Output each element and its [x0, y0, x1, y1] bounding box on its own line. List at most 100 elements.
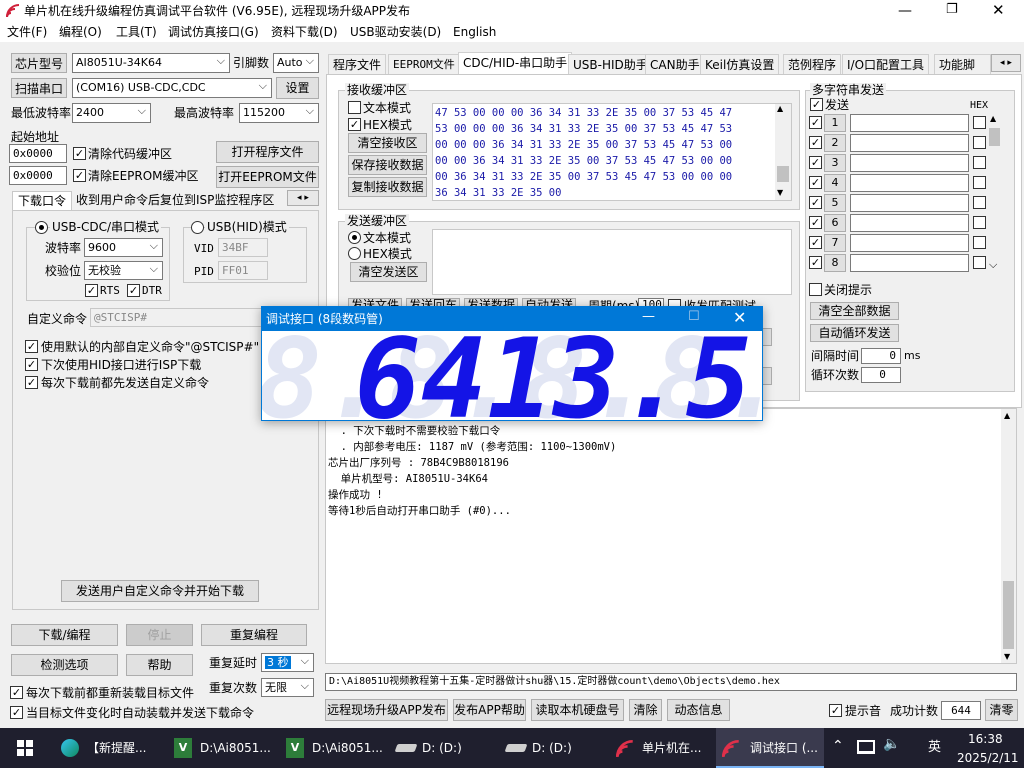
- menu-debug[interactable]: 调试仿真接口(G): [168, 22, 259, 42]
- row-send-button[interactable]: 3: [824, 154, 846, 172]
- usb-cdc-radio[interactable]: [35, 221, 48, 234]
- dialog-title-bar[interactable]: 调试接口 (8段数码管) — ☐ ✕: [262, 307, 762, 331]
- clear-receive-button[interactable]: 清空接收区: [348, 133, 427, 153]
- default-command-checkbox[interactable]: ✓: [25, 340, 38, 353]
- auto-reload-checkbox[interactable]: ✓: [10, 706, 23, 719]
- repeat-times-select[interactable]: 无限: [261, 678, 314, 697]
- sound-checkbox[interactable]: ✓: [829, 704, 842, 717]
- taskbar-item-edge[interactable]: 【新提醒...: [55, 728, 162, 768]
- interval-input[interactable]: 0: [861, 348, 901, 364]
- row-send-checkbox[interactable]: ✓: [809, 236, 822, 249]
- scroll-up-icon[interactable]: ▲: [990, 114, 996, 123]
- row-hex-checkbox[interactable]: [973, 156, 986, 169]
- remote-upgrade-button[interactable]: 远程现场升级APP发布: [325, 699, 448, 721]
- menu-english[interactable]: English: [453, 22, 496, 42]
- row-hex-checkbox[interactable]: [973, 176, 986, 189]
- reset-count-button[interactable]: 清零: [985, 699, 1018, 721]
- clear-send-button[interactable]: 清空发送区: [350, 262, 427, 282]
- menu-usb-driver[interactable]: USB驱动安装(D): [350, 22, 441, 42]
- hid-next-checkbox[interactable]: ✓: [25, 358, 38, 371]
- send-custom-command-button[interactable]: 发送用户自定义命令并开始下载: [61, 580, 259, 602]
- row-string-input[interactable]: [850, 254, 969, 272]
- loop-count-input[interactable]: 0: [861, 367, 901, 383]
- log-area[interactable]: . 下次下载时不需要校验下载口令 . 内部参考电压: 1187 mV (参考范围…: [325, 408, 1017, 664]
- row-send-checkbox[interactable]: ✓: [809, 156, 822, 169]
- clear-log-button[interactable]: 清除: [629, 699, 662, 721]
- dialog-close-icon[interactable]: ✕: [733, 308, 746, 327]
- open-eeprom-button[interactable]: 打开EEPROM文件: [216, 166, 319, 188]
- clock-time[interactable]: 16:38: [968, 731, 1003, 747]
- scroll-thumb[interactable]: [777, 166, 789, 182]
- chevron-down-icon[interactable]: ⌵: [989, 258, 997, 272]
- row-hex-checkbox[interactable]: [973, 116, 986, 129]
- recv-text-mode-checkbox[interactable]: [348, 101, 361, 114]
- repeat-program-button[interactable]: 重复编程: [201, 624, 307, 646]
- taskbar-item-keil-2[interactable]: V D:\Ai8051...: [280, 728, 387, 768]
- row-send-checkbox[interactable]: ✓: [809, 256, 822, 269]
- file-path-field[interactable]: D:\Ai8051U视频教程第十五集-定时器做计shu器\15.定时器做coun…: [325, 673, 1017, 691]
- tab-keil-sim[interactable]: Keil仿真设置: [700, 54, 780, 74]
- scroll-down-icon[interactable]: ▼: [777, 188, 783, 197]
- send-before-download-checkbox[interactable]: ✓: [25, 376, 38, 389]
- dynamic-info-button[interactable]: 动态信息: [667, 699, 730, 721]
- eeprom-start-address[interactable]: 0x0000: [9, 166, 67, 185]
- port-select[interactable]: (COM16) USB-CDC,CDC: [72, 78, 272, 98]
- parity-select[interactable]: 无校验: [84, 261, 163, 280]
- clear-code-checkbox[interactable]: ✓: [73, 147, 86, 160]
- tab-usb-hid[interactable]: USB-HID助手: [568, 54, 653, 74]
- row-send-button[interactable]: 2: [824, 134, 846, 152]
- baud-select[interactable]: 9600: [84, 238, 163, 257]
- dialog-maximize-icon[interactable]: ☐: [688, 309, 700, 324]
- dtr-checkbox[interactable]: ✓: [127, 284, 140, 297]
- menu-download[interactable]: 资料下载(D): [271, 22, 338, 42]
- scroll-up-icon[interactable]: ▲: [777, 104, 783, 113]
- copy-receive-button[interactable]: 复制接收数据: [348, 177, 427, 197]
- pid-input[interactable]: FF01: [218, 261, 268, 280]
- recv-hex-mode-checkbox[interactable]: ✓: [348, 118, 361, 131]
- receive-scrollbar[interactable]: ▲ ▼: [775, 104, 791, 200]
- scroll-up-icon[interactable]: ▲: [1004, 411, 1010, 420]
- pins-select[interactable]: Auto: [273, 53, 319, 73]
- code-start-address[interactable]: 0x0000: [9, 144, 67, 163]
- row-string-input[interactable]: [850, 214, 969, 232]
- row-send-button[interactable]: 7: [824, 234, 846, 252]
- taskbar-item-drive-1[interactable]: D: (D:): [392, 728, 499, 768]
- restore-icon[interactable]: ❐: [946, 2, 966, 17]
- send-hex-mode-radio[interactable]: [348, 247, 361, 260]
- tab-examples[interactable]: 范例程序: [783, 54, 842, 74]
- row-send-button[interactable]: 1: [824, 114, 846, 132]
- row-send-checkbox[interactable]: ✓: [809, 216, 822, 229]
- min-baud-select[interactable]: 2400: [72, 103, 151, 123]
- help-button[interactable]: 帮助: [126, 654, 193, 676]
- tab-program-file[interactable]: 程序文件: [328, 54, 387, 74]
- row-string-input[interactable]: [850, 174, 969, 192]
- download-program-button[interactable]: 下载/编程: [11, 624, 118, 646]
- windows-start-icon[interactable]: [17, 740, 33, 756]
- taskbar-item-debug[interactable]: 调试接口 (...: [716, 728, 824, 768]
- close-icon[interactable]: ✕: [992, 1, 1012, 19]
- scan-port-button[interactable]: 扫描串口: [11, 78, 67, 98]
- tab-cdc-hid-serial[interactable]: CDC/HID-串口助手: [458, 52, 573, 74]
- row-string-input[interactable]: [850, 194, 969, 212]
- open-program-button[interactable]: 打开程序文件: [216, 141, 319, 163]
- send-text-area[interactable]: [432, 229, 792, 295]
- tab-scroll-arrows[interactable]: ◂ ▸: [991, 54, 1021, 72]
- row-hex-checkbox[interactable]: [973, 216, 986, 229]
- scroll-thumb[interactable]: [1003, 581, 1014, 649]
- save-receive-button[interactable]: 保存接收数据: [348, 155, 427, 175]
- tray-chevron-up-icon[interactable]: ⌃: [832, 738, 844, 754]
- network-icon[interactable]: [857, 740, 875, 754]
- repeat-delay-select[interactable]: 3 秒: [261, 653, 314, 672]
- dialog-minimize-icon[interactable]: —: [642, 309, 655, 324]
- close-hint-checkbox[interactable]: [809, 283, 822, 296]
- chip-type-select[interactable]: AI8051U-34K64: [72, 53, 230, 73]
- rts-checkbox[interactable]: ✓: [85, 284, 98, 297]
- menu-program[interactable]: 编程(O): [59, 22, 102, 42]
- row-send-button[interactable]: 4: [824, 174, 846, 192]
- multi-scrollbar[interactable]: ▲ ⌵: [988, 114, 1001, 272]
- taskbar-item-drive-2[interactable]: D: (D:): [502, 728, 609, 768]
- row-string-input[interactable]: [850, 114, 969, 132]
- tab-function-script[interactable]: 功能脚: [934, 54, 991, 74]
- row-hex-checkbox[interactable]: [973, 236, 986, 249]
- scroll-down-icon[interactable]: ▼: [1004, 652, 1010, 661]
